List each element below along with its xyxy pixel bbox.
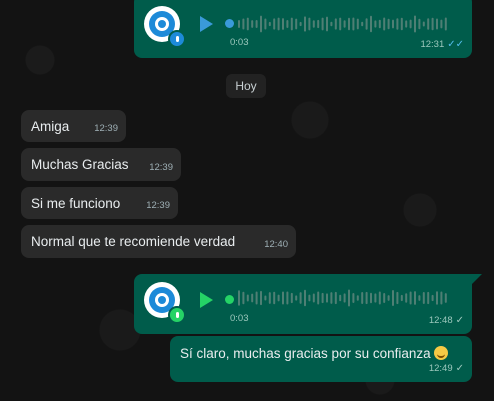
grinning-face-icon (433, 346, 448, 360)
voice-message-outgoing[interactable]: 0:03 12:31 ✓✓ (134, 0, 472, 58)
incoming-message[interactable]: Muchas Gracias 12:39 (21, 148, 181, 181)
microphone-icon (168, 306, 186, 324)
message-text: Normal que te recomiende verdad (31, 234, 236, 249)
message-text: Muchas Gracias (31, 157, 129, 172)
message-time: 12:39 (94, 123, 118, 134)
check-icon: ✓ (455, 363, 464, 374)
outgoing-message[interactable]: Sí claro, muchas gracias por su confianz… (170, 336, 472, 382)
message-time: 12:49 ✓ (428, 363, 464, 374)
double-check-icon: ✓✓ (447, 39, 464, 50)
play-button[interactable] (200, 16, 213, 32)
incoming-message[interactable]: Si me funciono 12:39 (21, 187, 178, 219)
voice-duration: 0:03 (230, 313, 249, 324)
waveform[interactable] (238, 287, 452, 309)
date-separator: Hoy (226, 74, 266, 98)
playback-scrubber[interactable] (225, 295, 234, 304)
message-text: Amiga (31, 119, 70, 134)
voice-message-outgoing[interactable]: 0:03 12:48 ✓ (134, 274, 472, 334)
message-text: Sí claro, muchas gracias por su confianz… (180, 345, 448, 363)
message-text: Si me funciono (31, 196, 121, 211)
message-time: 12:48 ✓ (428, 315, 464, 326)
playback-scrubber[interactable] (225, 19, 234, 28)
incoming-message[interactable]: Amiga 12:39 (21, 110, 126, 142)
message-time: 12:39 (146, 200, 170, 211)
check-icon: ✓ (455, 315, 464, 326)
message-time: 12:31 ✓✓ (420, 39, 464, 50)
bubble-tail (472, 274, 482, 284)
waveform[interactable] (238, 13, 452, 35)
play-button[interactable] (200, 292, 213, 308)
incoming-message[interactable]: Normal que te recomiende verdad 12:40 (21, 225, 296, 258)
message-time: 12:39 (149, 162, 173, 173)
message-time: 12:40 (264, 239, 288, 250)
microphone-icon (168, 30, 186, 48)
voice-duration: 0:03 (230, 37, 249, 48)
